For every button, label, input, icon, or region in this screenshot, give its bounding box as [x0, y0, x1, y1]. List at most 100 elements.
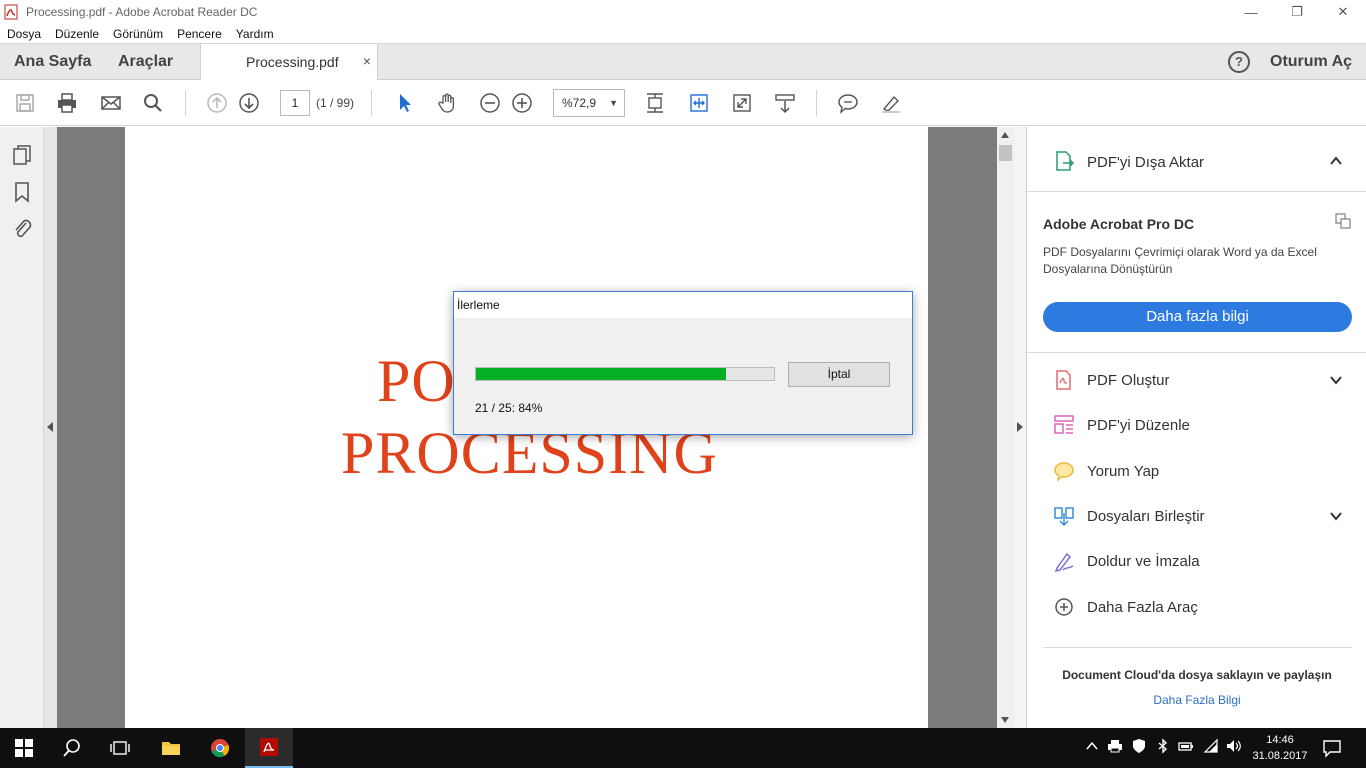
volume-icon[interactable] — [1226, 738, 1244, 756]
chevron-left-icon — [47, 422, 53, 432]
zoom-out-icon[interactable] — [477, 90, 503, 116]
close-tab-icon[interactable]: × — [363, 53, 371, 69]
minimize-button[interactable]: — — [1228, 0, 1274, 24]
zoom-dropdown[interactable]: %72,9 ▼ — [553, 89, 625, 117]
tab-home[interactable]: Ana Sayfa — [14, 44, 91, 80]
page-number-input[interactable]: 1 — [280, 90, 310, 116]
promo-description: PDF Dosyalarını Çevrimiçi olarak Word ya… — [1043, 245, 1317, 276]
taskbar: 14:46 31.08.2017 — [0, 728, 1366, 768]
comment-icon[interactable] — [835, 90, 861, 116]
vertical-scrollbar[interactable] — [997, 127, 1014, 728]
attachment-icon[interactable] — [11, 216, 33, 240]
scroll-up-icon[interactable] — [1001, 132, 1009, 138]
scroll-thumb[interactable] — [999, 145, 1012, 161]
search-icon — [63, 739, 80, 757]
tab-document[interactable]: Processing.pdf × — [200, 44, 378, 81]
learn-more-button[interactable]: Daha fazla bilgi — [1043, 302, 1352, 332]
chevron-down-icon[interactable] — [1329, 373, 1343, 387]
search-button[interactable] — [48, 728, 96, 768]
close-window-button[interactable]: ✕ — [1320, 0, 1366, 24]
export-pdf-label: PDF'yi Dışa Aktar — [1087, 154, 1205, 171]
dialog-title-bar: İlerleme — [454, 292, 912, 318]
menu-edit[interactable]: Düzenle — [55, 27, 99, 41]
hand-tool-icon[interactable] — [434, 90, 460, 116]
chevron-down-icon[interactable] — [1329, 509, 1343, 523]
menu-help[interactable]: Yardım — [236, 27, 274, 41]
email-icon[interactable] — [98, 90, 124, 116]
tray-expand-icon[interactable] — [1084, 738, 1102, 756]
progress-fill — [476, 368, 727, 380]
collapse-right-pane[interactable] — [1014, 127, 1026, 728]
zoom-in-icon[interactable] — [509, 90, 535, 116]
edit-pdf-icon — [1054, 415, 1074, 434]
scroll-mode-icon[interactable] — [772, 90, 798, 116]
tool-label: PDF'yi Düzenle — [1087, 417, 1190, 434]
file-explorer-button[interactable] — [147, 728, 195, 768]
scroll-down-icon[interactable] — [1001, 717, 1009, 723]
next-page-icon[interactable] — [236, 90, 262, 116]
search-icon[interactable] — [140, 90, 166, 116]
print-icon[interactable] — [54, 90, 80, 116]
bluetooth-icon[interactable] — [1155, 738, 1173, 756]
battery-icon[interactable] — [1178, 738, 1196, 756]
chevron-up-icon[interactable] — [1329, 154, 1343, 168]
page-thumbnails-icon[interactable] — [11, 143, 33, 167]
help-icon[interactable]: ? — [1228, 51, 1250, 73]
create-pdf-icon — [1056, 370, 1071, 390]
tab-tools[interactable]: Araçlar — [118, 44, 173, 80]
notification-center-icon[interactable] — [1322, 738, 1342, 758]
folder-icon — [162, 742, 180, 755]
chrome-icon — [211, 739, 230, 758]
promo-title: Adobe Acrobat Pro DC — [1043, 216, 1195, 232]
tool-create-pdf[interactable]: PDF Oluştur — [1027, 360, 1366, 400]
chevron-right-icon — [1017, 422, 1023, 432]
start-button[interactable] — [0, 728, 48, 768]
tool-more-tools[interactable]: Daha Fazla Araç — [1027, 587, 1366, 627]
menu-bar: Dosya Düzenle Görünüm Pencere Yardım — [0, 24, 1366, 43]
dialog-title: İlerleme — [457, 298, 500, 312]
restore-button[interactable]: ❐ — [1274, 0, 1320, 24]
chevron-down-icon: ▼ — [609, 98, 618, 108]
full-screen-icon[interactable] — [729, 90, 755, 116]
collapse-left-pane[interactable] — [44, 127, 57, 728]
tool-edit-pdf[interactable]: PDF'yi Düzenle — [1027, 405, 1366, 445]
sign-in-link[interactable]: Oturum Aç — [1270, 53, 1352, 71]
tool-fill-sign[interactable]: Doldur ve İmzala — [1027, 541, 1366, 581]
task-view-button[interactable] — [96, 728, 144, 768]
cloud-promo-title: Document Cloud'da dosya saklayın ve payl… — [1062, 668, 1332, 682]
menu-file[interactable]: Dosya — [7, 27, 41, 41]
cloud-learn-more-link[interactable]: Daha Fazla Bilgi — [1027, 693, 1366, 707]
window-title: Processing.pdf - Adobe Acrobat Reader DC — [26, 5, 258, 19]
clock-date: 31.08.2017 — [1252, 750, 1308, 762]
menu-window[interactable]: Pencere — [177, 27, 222, 41]
page-text-line-1: PO — [377, 348, 456, 414]
bookmark-icon[interactable] — [11, 180, 33, 204]
tool-comment[interactable]: Yorum Yap — [1027, 451, 1366, 491]
security-shield-icon[interactable] — [1131, 738, 1149, 756]
export-pdf-header[interactable]: PDF'yi Dışa Aktar — [1027, 127, 1366, 192]
system-clock[interactable]: 14:46 31.08.2017 — [1248, 732, 1312, 764]
select-tool-icon[interactable] — [392, 90, 418, 116]
printer-tray-icon[interactable] — [1107, 738, 1125, 756]
fill-sign-icon — [1054, 552, 1074, 572]
menu-view[interactable]: Görünüm — [113, 27, 163, 41]
cancel-button[interactable]: İptal — [788, 362, 890, 387]
combine-files-icon — [1054, 507, 1074, 527]
progress-text: 21 / 25: 84% — [475, 401, 543, 415]
title-bar: Processing.pdf - Adobe Acrobat Reader DC… — [0, 0, 1366, 24]
export-pdf-icon — [1056, 151, 1075, 171]
save-icon[interactable] — [12, 90, 38, 116]
previous-page-icon[interactable] — [204, 90, 230, 116]
tool-combine-files[interactable]: Dosyaları Birleştir — [1027, 496, 1366, 536]
acrobat-icon — [260, 738, 278, 756]
fit-width-icon[interactable] — [686, 90, 712, 116]
copy-icon[interactable] — [1335, 213, 1351, 229]
highlight-icon[interactable] — [878, 90, 904, 116]
chrome-button[interactable] — [196, 728, 244, 768]
acrobat-taskbar-button[interactable] — [245, 728, 293, 768]
fit-page-icon[interactable] — [642, 90, 668, 116]
windows-icon — [15, 739, 33, 757]
toolbar — [0, 80, 1366, 126]
wifi-icon[interactable] — [1203, 738, 1221, 756]
tools-pane: PDF'yi Dışa Aktar Adobe Acrobat Pro DC P… — [1026, 127, 1366, 728]
